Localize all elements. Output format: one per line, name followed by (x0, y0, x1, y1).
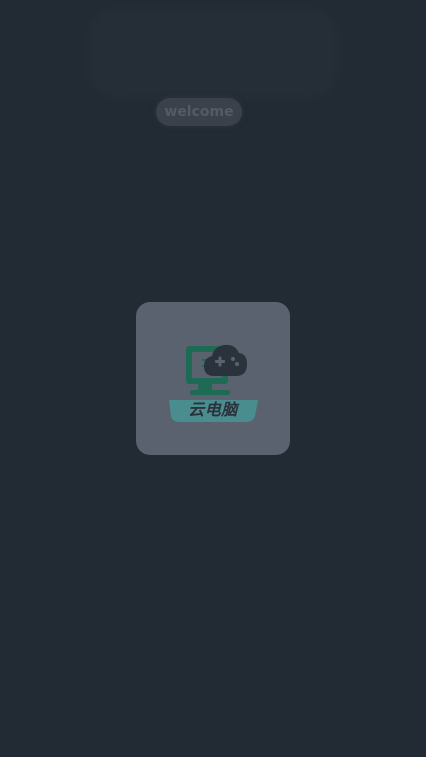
splash-logo-card: 云电脑 (136, 302, 290, 455)
app-screen: welcome 云电脑 (0, 0, 426, 757)
app-name-label: 云电脑 (188, 400, 238, 419)
cloud-gamepad-icon (169, 344, 258, 422)
welcome-badge: welcome (156, 98, 242, 126)
header-shadow (86, 6, 340, 100)
